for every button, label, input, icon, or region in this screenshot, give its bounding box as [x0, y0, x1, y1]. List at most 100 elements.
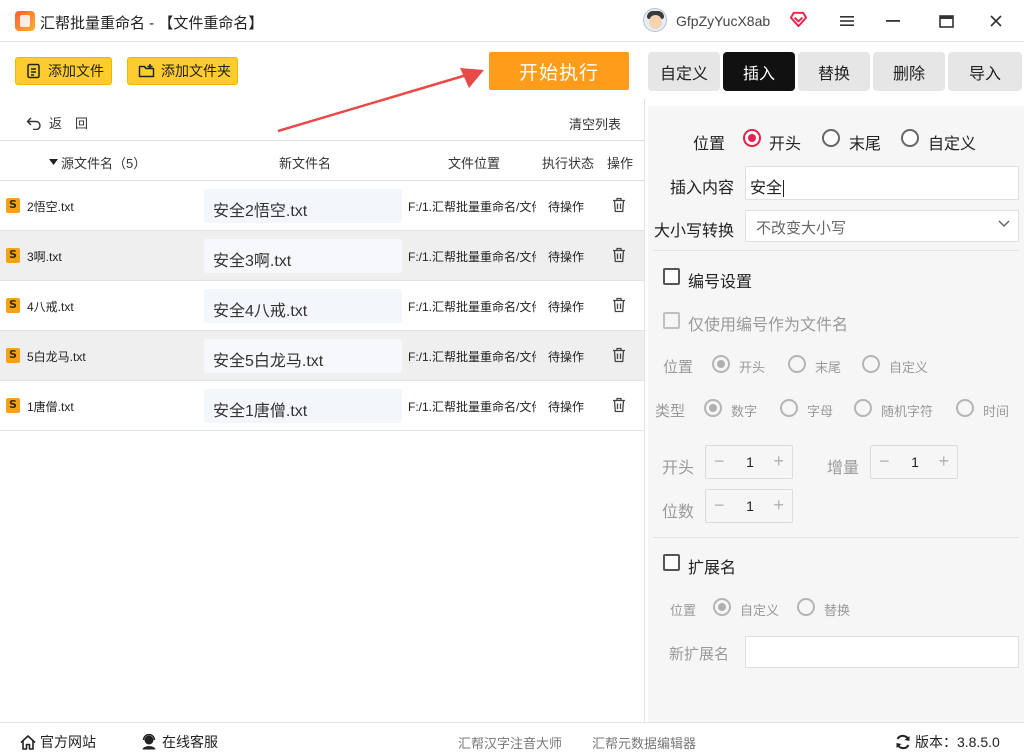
clear-list-button[interactable]: 清空列表 [569, 114, 621, 133]
extension-replace-label: 替换 [824, 603, 851, 618]
chevron-down-icon [998, 220, 1010, 228]
back-label: 返 回 [49, 116, 89, 131]
type-letter-radio[interactable] [780, 399, 798, 417]
tab-custom[interactable]: 自定义 [648, 52, 720, 91]
table-row[interactable]: 2悟空.txt 安全2悟空.txt F:/1.汇帮批量重命名/文件 待操作 [0, 181, 644, 231]
text-file-icon [6, 398, 20, 413]
file-table-header: 源文件名（5） 新文件名 文件位置 执行状态 操作 [0, 140, 644, 181]
file-path: F:/1.汇帮批量重命名/文件 [408, 200, 536, 214]
source-filename: 2悟空.txt [27, 200, 74, 214]
menu-icon[interactable] [834, 8, 860, 34]
vip-diamond-icon[interactable] [789, 10, 808, 29]
source-filename: 1唐僧.txt [27, 400, 74, 414]
start-button[interactable]: 开始执行 [489, 52, 629, 90]
support-icon [142, 734, 156, 750]
tab-delete[interactable]: 删除 [873, 52, 945, 91]
status-text: 待操作 [548, 250, 585, 264]
new-extension-label: 新扩展名 [669, 646, 730, 663]
delete-icon[interactable] [612, 397, 626, 413]
position-end-radio[interactable] [822, 129, 840, 147]
extension-replace-radio[interactable] [797, 598, 815, 616]
delete-icon[interactable] [612, 297, 626, 313]
version-info[interactable]: 版本：3.8.5.0 [895, 732, 1000, 752]
numbering-checkbox[interactable] [663, 268, 680, 285]
numbering-custom-radio[interactable] [862, 355, 880, 373]
panel-divider [644, 99, 645, 722]
add-folder-label: 添加文件夹 [161, 63, 231, 79]
increment-stepper[interactable]: − 1 + [870, 445, 958, 479]
position-end-label: 末尾 [849, 136, 882, 153]
official-website-link[interactable]: 官方网站 [20, 732, 96, 752]
plus-icon[interactable]: + [773, 451, 784, 472]
table-row[interactable]: 5白龙马.txt 安全5白龙马.txt F:/1.汇帮批量重命名/文件 待操作 [0, 331, 644, 381]
plus-icon[interactable]: + [938, 451, 949, 472]
sort-down-icon [49, 159, 58, 165]
pinyin-tool-link[interactable]: 汇帮汉字注音大师 [458, 733, 562, 752]
source-filename: 3啊.txt [27, 250, 62, 264]
maximize-icon[interactable] [933, 8, 959, 34]
position-custom-label: 自定义 [928, 136, 977, 153]
add-folder-button[interactable]: 添加文件夹 [127, 57, 238, 85]
extension-custom-label: 自定义 [740, 603, 780, 618]
new-filename: 安全1唐僧.txt [204, 389, 402, 423]
type-time-radio[interactable] [956, 399, 974, 417]
numbering-start-radio[interactable] [712, 355, 730, 373]
tab-insert[interactable]: 插入 [723, 52, 795, 91]
username[interactable]: GfpZyYucX8ab [676, 13, 770, 29]
table-row[interactable]: 4八戒.txt 安全4八戒.txt F:/1.汇帮批量重命名/文件 待操作 [0, 281, 644, 331]
increment-label: 增量 [827, 460, 860, 477]
new-filename: 安全4八戒.txt [204, 289, 402, 323]
tab-import[interactable]: 导入 [948, 52, 1022, 91]
extension-checkbox[interactable] [663, 554, 680, 571]
file-path: F:/1.汇帮批量重命名/文件 [408, 300, 536, 314]
digits-stepper[interactable]: − 1 + [705, 489, 793, 523]
numbering-position-label: 位置 [663, 359, 694, 376]
new-filename: 安全2悟空.txt [204, 189, 402, 223]
status-header: 执行状态 [542, 156, 595, 171]
delete-icon[interactable] [612, 247, 626, 263]
numbering-custom-label: 自定义 [889, 360, 929, 375]
new-filename: 安全5白龙马.txt [204, 339, 402, 373]
numbering-end-radio[interactable] [788, 355, 806, 373]
start-stepper[interactable]: − 1 + [705, 445, 793, 479]
source-filename: 4八戒.txt [27, 300, 74, 314]
tab-replace[interactable]: 替换 [798, 52, 870, 91]
position-label: 位置 [693, 136, 726, 153]
add-file-button[interactable]: 添加文件 [15, 57, 112, 85]
metadata-editor-link[interactable]: 汇帮元数据编辑器 [592, 733, 696, 752]
case-conversion-label: 大小写转换 [654, 223, 735, 240]
minimize-icon[interactable] [880, 8, 906, 34]
extension-custom-radio[interactable] [713, 598, 731, 616]
digits-label: 位数 [662, 504, 695, 521]
back-button[interactable]: 返 回 [26, 113, 88, 132]
plus-icon[interactable]: + [773, 495, 784, 516]
app-title: 汇帮批量重命名 - 【文件重命名】 [40, 15, 264, 32]
table-row[interactable]: 1唐僧.txt 安全1唐僧.txt F:/1.汇帮批量重命名/文件 待操作 [0, 381, 644, 431]
text-file-icon [6, 348, 20, 363]
extension-position-label: 位置 [670, 603, 697, 618]
position-custom-radio[interactable] [901, 129, 919, 147]
online-support-link[interactable]: 在线客服 [141, 732, 218, 752]
back-icon [26, 117, 41, 130]
only-number-checkbox[interactable] [663, 312, 680, 329]
position-start-radio[interactable] [743, 129, 761, 147]
delete-icon[interactable] [612, 347, 626, 363]
user-avatar[interactable] [643, 8, 667, 32]
new-extension-input[interactable] [745, 636, 1019, 668]
delete-icon[interactable] [612, 197, 626, 213]
close-icon[interactable] [983, 8, 1009, 34]
case-conversion-select[interactable]: 不改变大小写 [745, 210, 1019, 242]
file-path: F:/1.汇帮批量重命名/文件 [408, 250, 536, 264]
type-digit-radio[interactable] [704, 399, 722, 417]
source-name-header[interactable]: 源文件名（5） [49, 153, 146, 172]
type-random-radio[interactable] [854, 399, 872, 417]
status-text: 待操作 [548, 400, 585, 414]
numbering-title: 编号设置 [688, 274, 753, 291]
table-row[interactable]: 3啊.txt 安全3啊.txt F:/1.汇帮批量重命名/文件 待操作 [0, 231, 644, 281]
status-text: 待操作 [548, 200, 585, 214]
insert-content-input[interactable]: 安全 [745, 166, 1019, 200]
type-time-label: 时间 [983, 404, 1010, 419]
text-file-icon [6, 198, 20, 213]
type-label: 类型 [655, 403, 686, 420]
type-random-label: 随机字符 [881, 404, 934, 419]
